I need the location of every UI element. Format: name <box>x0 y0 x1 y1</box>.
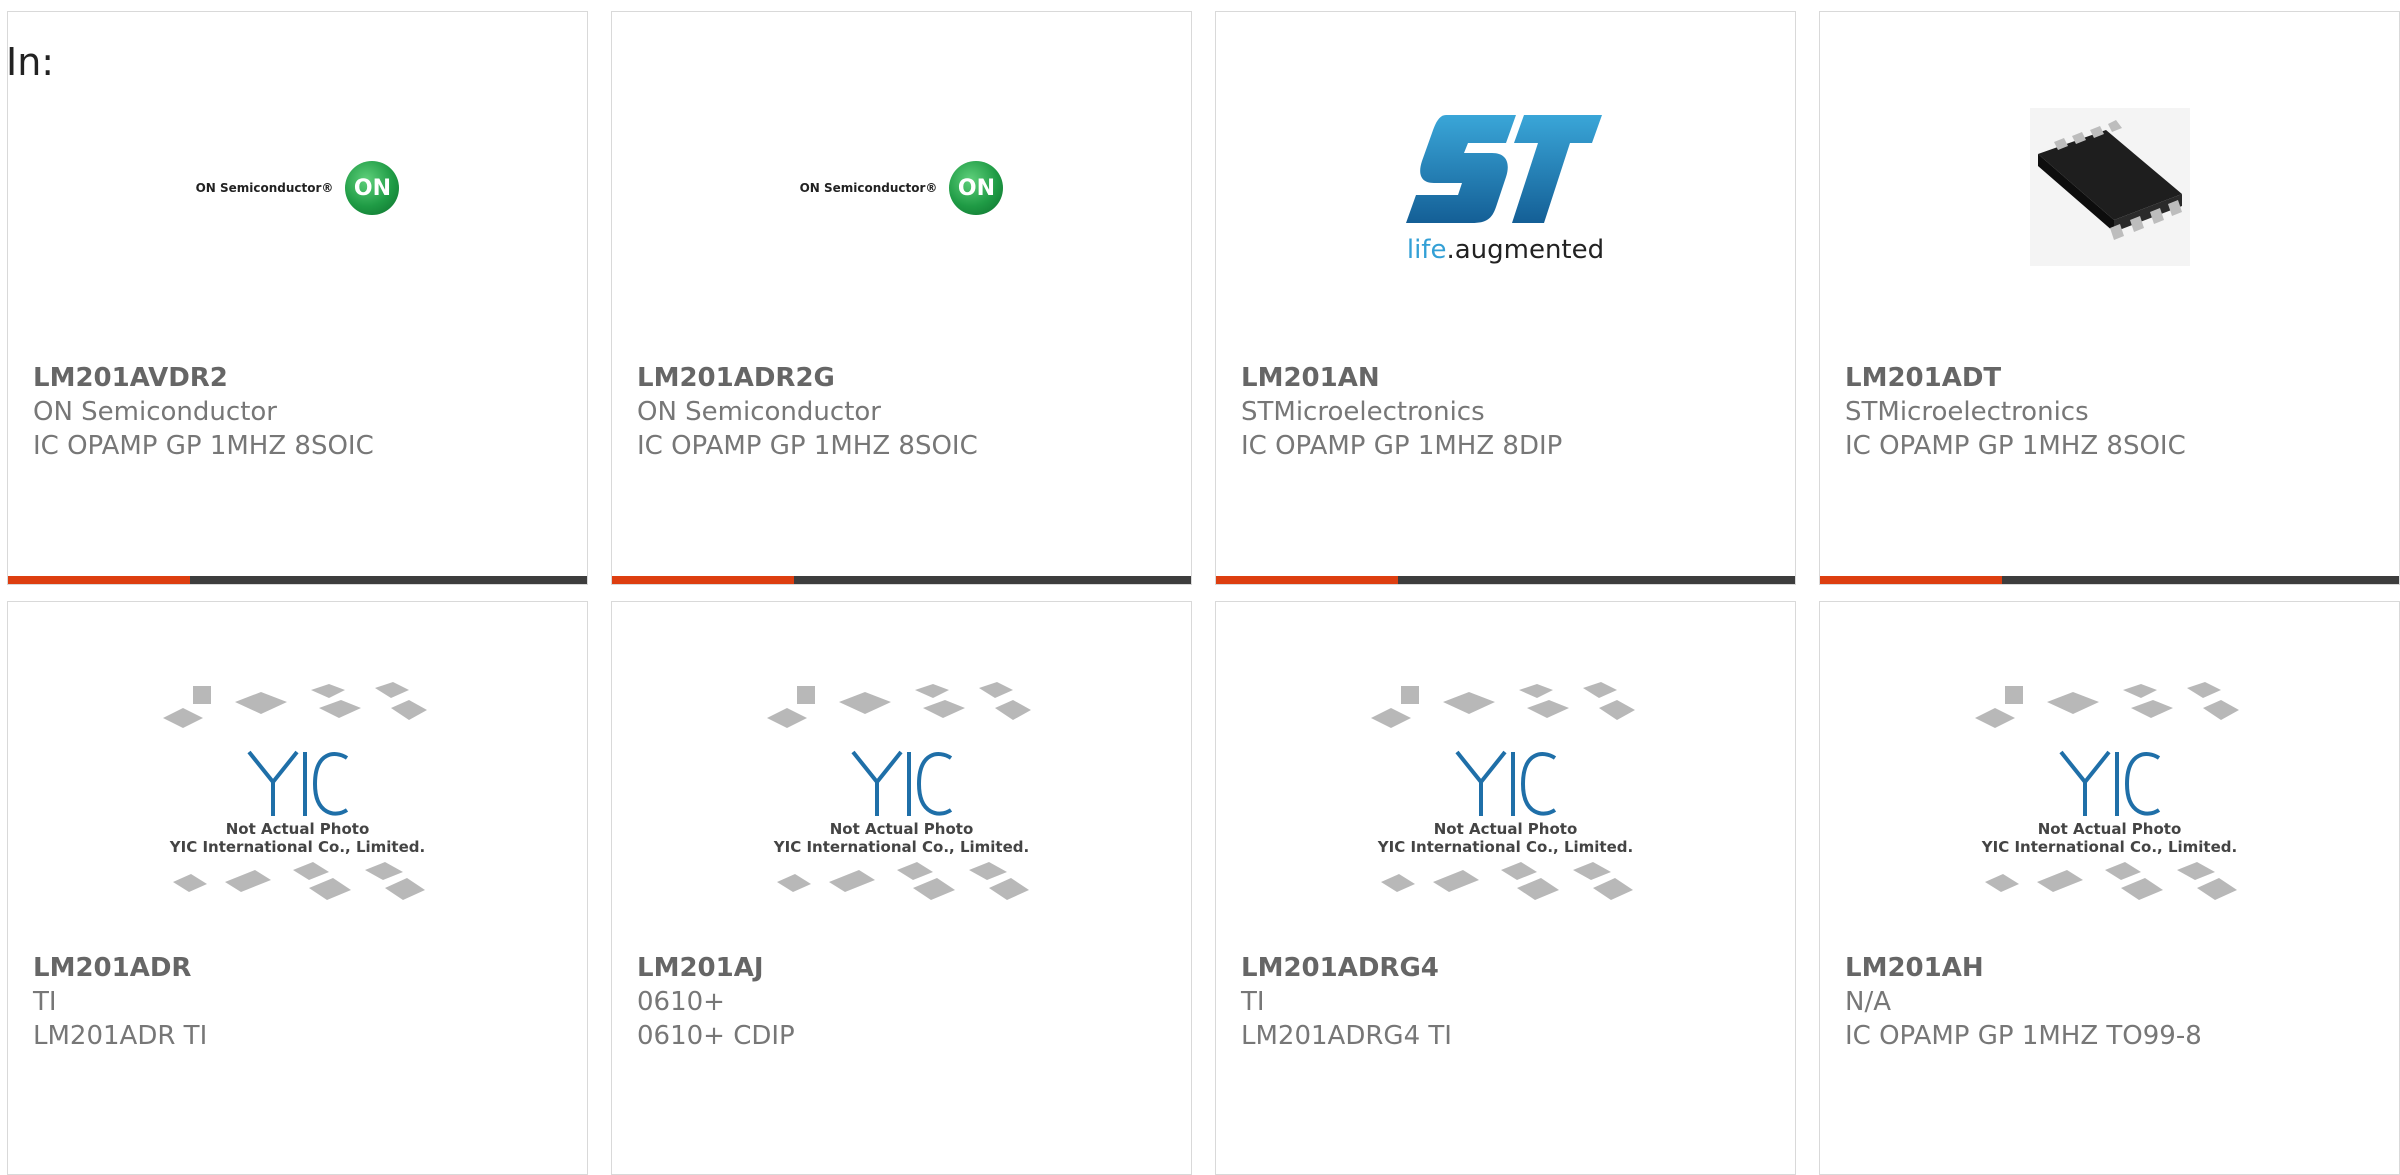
on-semi-wordmark: ON Semiconductor® <box>195 181 334 195</box>
card-accent-bar <box>612 576 794 584</box>
card-accent-bar <box>1216 576 1398 584</box>
ic-packages-bottom-icon <box>1984 862 2237 900</box>
ic-packages-top-icon <box>162 682 427 728</box>
card-accent-bar <box>1820 576 2002 584</box>
not-actual-photo: Not Actual Photo YIC International Co., … <box>162 678 433 908</box>
on-semi-mark: ON <box>345 161 400 215</box>
manufacturer: STMicroelectronics <box>1241 397 1485 427</box>
card-bottom-bar <box>8 576 587 584</box>
yic-logo-icon <box>850 750 952 816</box>
description: 0610+ CDIP <box>637 1021 795 1051</box>
product-card[interactable]: LM201ADT STMicroelectronics IC OPAMP GP … <box>1819 11 2400 585</box>
part-number-link[interactable]: LM201AVDR2 <box>33 361 577 395</box>
product-image[interactable]: Not Actual Photo YIC International Co., … <box>1820 602 2399 952</box>
yic-logo-icon <box>246 750 348 816</box>
product-image[interactable]: ON Semiconductor® ON <box>612 12 1191 362</box>
product-image[interactable]: ON Semiconductor® ON <box>8 12 587 362</box>
card-bottom-bar <box>1216 576 1795 584</box>
st-mark-icon <box>1405 115 1602 223</box>
card-bottom-bar <box>1820 576 2399 584</box>
manufacturer: TI <box>1241 987 1265 1017</box>
product-image[interactable]: Not Actual Photo YIC International Co., … <box>612 602 1191 952</box>
product-image[interactable]: life.augmented <box>1216 12 1795 362</box>
placeholder-caption: Not Actual Photo YIC International Co., … <box>169 820 426 856</box>
part-number-link[interactable]: LM201AN <box>1241 361 1785 395</box>
not-actual-photo: Not Actual Photo YIC International Co., … <box>1370 678 1641 908</box>
card-accent-bar <box>8 576 190 584</box>
placeholder-caption: Not Actual Photo YIC International Co., … <box>773 820 1030 856</box>
product-card[interactable]: ON Semiconductor® ON LM201ADR2G ON Semic… <box>611 11 1192 585</box>
yic-logo-icon <box>2058 750 2160 816</box>
soic-chip-photo <box>2029 108 2190 266</box>
part-number-link[interactable]: LM201ADR <box>33 951 577 985</box>
on-semiconductor-logo: ON Semiconductor® ON <box>800 161 1004 215</box>
description: IC OPAMP GP 1MHZ 8SOIC <box>637 431 978 461</box>
ic-packages-bottom-icon <box>776 862 1029 900</box>
st-tagline: life.augmented <box>1406 235 1605 265</box>
part-number-link[interactable]: LM201ADR2G <box>637 361 1181 395</box>
manufacturer: ON Semiconductor <box>33 397 277 427</box>
product-card[interactable]: Not Actual Photo YIC International Co., … <box>7 601 588 1175</box>
part-number-link[interactable]: LM201AJ <box>637 951 1181 985</box>
product-card[interactable]: Not Actual Photo YIC International Co., … <box>611 601 1192 1175</box>
product-card[interactable]: Not Actual Photo YIC International Co., … <box>1215 601 1796 1175</box>
ic-packages-top-icon <box>1370 682 1635 728</box>
ic-packages-top-icon <box>766 682 1031 728</box>
part-number-link[interactable]: LM201ADRG4 <box>1241 951 1785 985</box>
product-card[interactable]: Not Actual Photo YIC International Co., … <box>1819 601 2400 1175</box>
product-image[interactable]: Not Actual Photo YIC International Co., … <box>8 602 587 952</box>
manufacturer: STMicroelectronics <box>1845 397 2089 427</box>
product-image[interactable] <box>1820 12 2399 362</box>
product-card[interactable]: life.augmented LM201AN STMicroelectronic… <box>1215 11 1796 585</box>
product-image[interactable]: Not Actual Photo YIC International Co., … <box>1216 602 1795 952</box>
description: IC OPAMP GP 1MHZ 8DIP <box>1241 431 1563 461</box>
manufacturer: 0610+ <box>637 987 725 1017</box>
part-number-link[interactable]: LM201AH <box>1845 951 2389 985</box>
on-semiconductor-logo: ON Semiconductor® ON <box>196 161 400 215</box>
card-bottom-bar <box>612 576 1191 584</box>
ic-packages-bottom-icon <box>1380 862 1633 900</box>
manufacturer: N/A <box>1845 987 1891 1017</box>
placeholder-caption: Not Actual Photo YIC International Co., … <box>1981 820 2238 856</box>
yic-logo-icon <box>1454 750 1556 816</box>
on-semi-wordmark: ON Semiconductor® <box>799 181 938 195</box>
part-number-link[interactable]: LM201ADT <box>1845 361 2389 395</box>
on-semi-mark: ON <box>949 161 1004 215</box>
ic-packages-bottom-icon <box>172 862 425 900</box>
st-logo: life.augmented <box>1405 115 1606 265</box>
manufacturer: ON Semiconductor <box>637 397 881 427</box>
not-actual-photo: Not Actual Photo YIC International Co., … <box>766 678 1037 908</box>
filter-in-label: In: <box>6 40 55 84</box>
ic-packages-top-icon <box>1974 682 2239 728</box>
description: IC OPAMP GP 1MHZ 8SOIC <box>33 431 374 461</box>
description: IC OPAMP GP 1MHZ 8SOIC <box>1845 431 2186 461</box>
manufacturer: TI <box>33 987 57 1017</box>
product-card[interactable]: ON Semiconductor® ON LM201AVDR2 ON Semic… <box>7 11 588 585</box>
description: LM201ADR TI <box>33 1021 208 1051</box>
description: LM201ADRG4 TI <box>1241 1021 1452 1051</box>
not-actual-photo: Not Actual Photo YIC International Co., … <box>1974 678 2245 908</box>
description: IC OPAMP GP 1MHZ TO99-8 <box>1845 1021 2202 1051</box>
placeholder-caption: Not Actual Photo YIC International Co., … <box>1377 820 1634 856</box>
